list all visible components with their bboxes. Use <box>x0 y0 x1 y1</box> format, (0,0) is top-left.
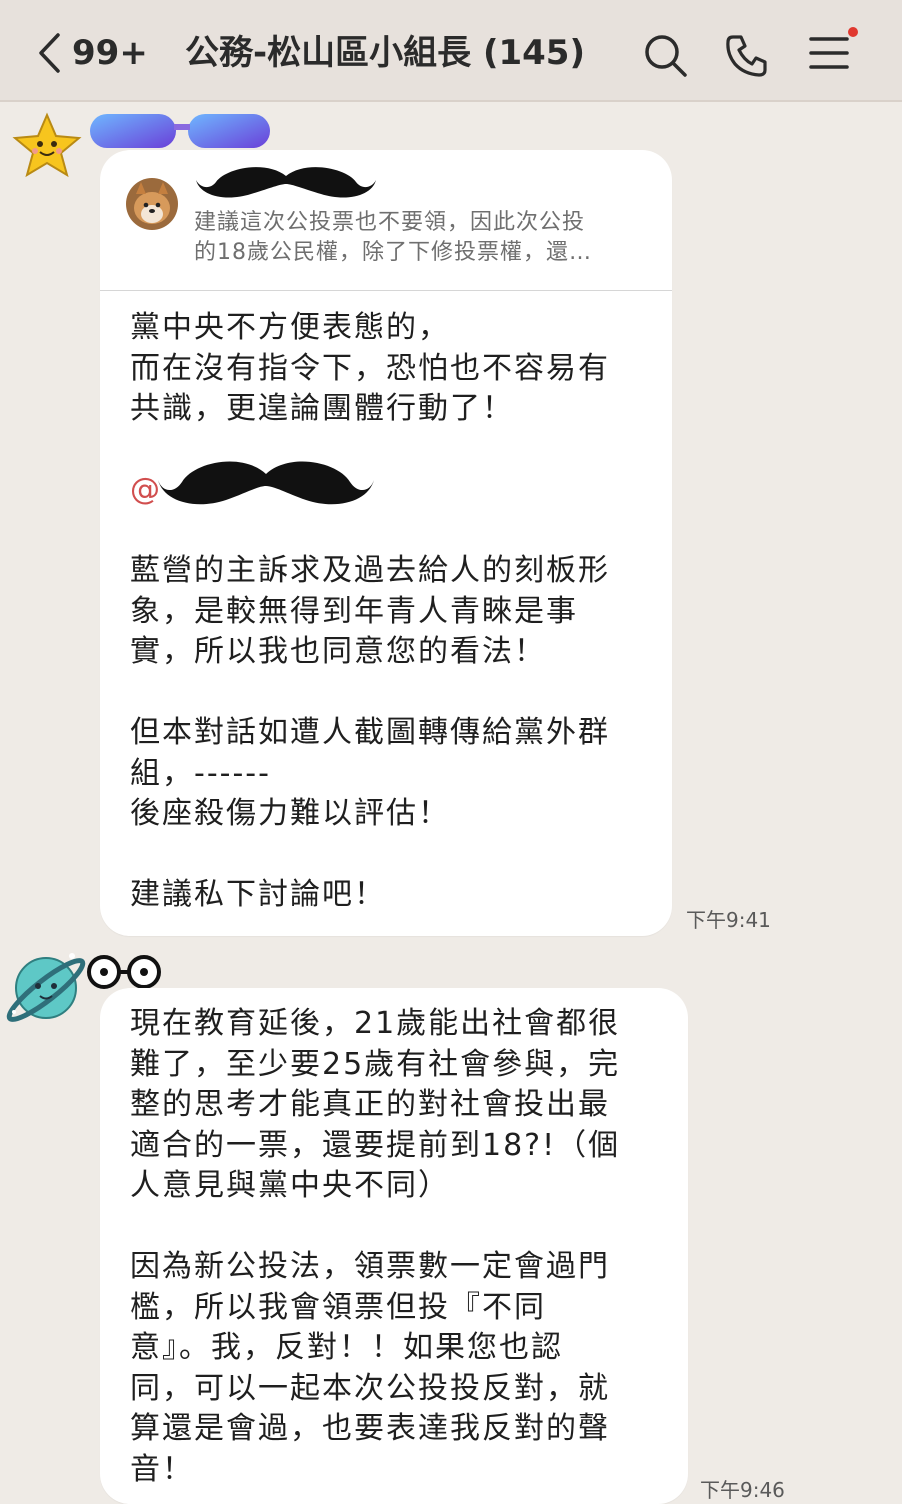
message-bubble[interactable]: 現在教育延後，21歲能出社會都很 難了，至少要25歲有社會參與，完 整的思考才能… <box>100 988 688 1504</box>
message-time: 下午9:41 <box>686 908 771 932</box>
chevron-left-icon <box>39 33 60 73</box>
reply-preview-text: 建議這次公投票也不要領，因此次公投 的18歲公民權，除了下修投票權，還… <box>194 210 592 265</box>
mention[interactable]: @ <box>130 461 610 511</box>
chat-header: 99+ 公務-松山區小組長 (145) <box>0 0 902 102</box>
redacted-name-mustache <box>196 167 376 198</box>
message-time: 下午9:46 <box>700 1478 785 1502</box>
eyeglasses-icon <box>87 955 161 989</box>
star-icon[interactable] <box>12 112 82 178</box>
sunglasses-icon <box>90 114 270 148</box>
search-icon[interactable] <box>642 32 688 78</box>
reply-preview[interactable]: 建議這次公投票也不要領，因此次公投 的18歲公民權，除了下修投票權，還… <box>100 150 672 291</box>
phone-icon[interactable] <box>724 32 770 78</box>
redacted-mention-mustache <box>158 461 374 505</box>
message-text: 現在教育延後，21歲能出社會都很 難了，至少要25歲有社會參與，完 整的思考才能… <box>130 1006 621 1487</box>
unread-count: 99+ <box>72 33 148 73</box>
planet-icon[interactable] <box>2 942 92 1032</box>
menu-icon[interactable] <box>808 32 850 72</box>
message-text: 黨中央不方便表態的， 而在沒有指令下，恐怕也不容易有 共識，更遑論團體行動了！ … <box>130 310 610 912</box>
back-button[interactable]: 99+ <box>36 28 148 78</box>
notification-dot <box>848 27 858 37</box>
message-bubble[interactable]: 建議這次公投票也不要領，因此次公投 的18歲公民權，除了下修投票權，還… 黨中央… <box>100 150 672 936</box>
dog-avatar-icon <box>126 178 178 230</box>
chat-title: 公務-松山區小組長 (145) <box>185 33 585 73</box>
